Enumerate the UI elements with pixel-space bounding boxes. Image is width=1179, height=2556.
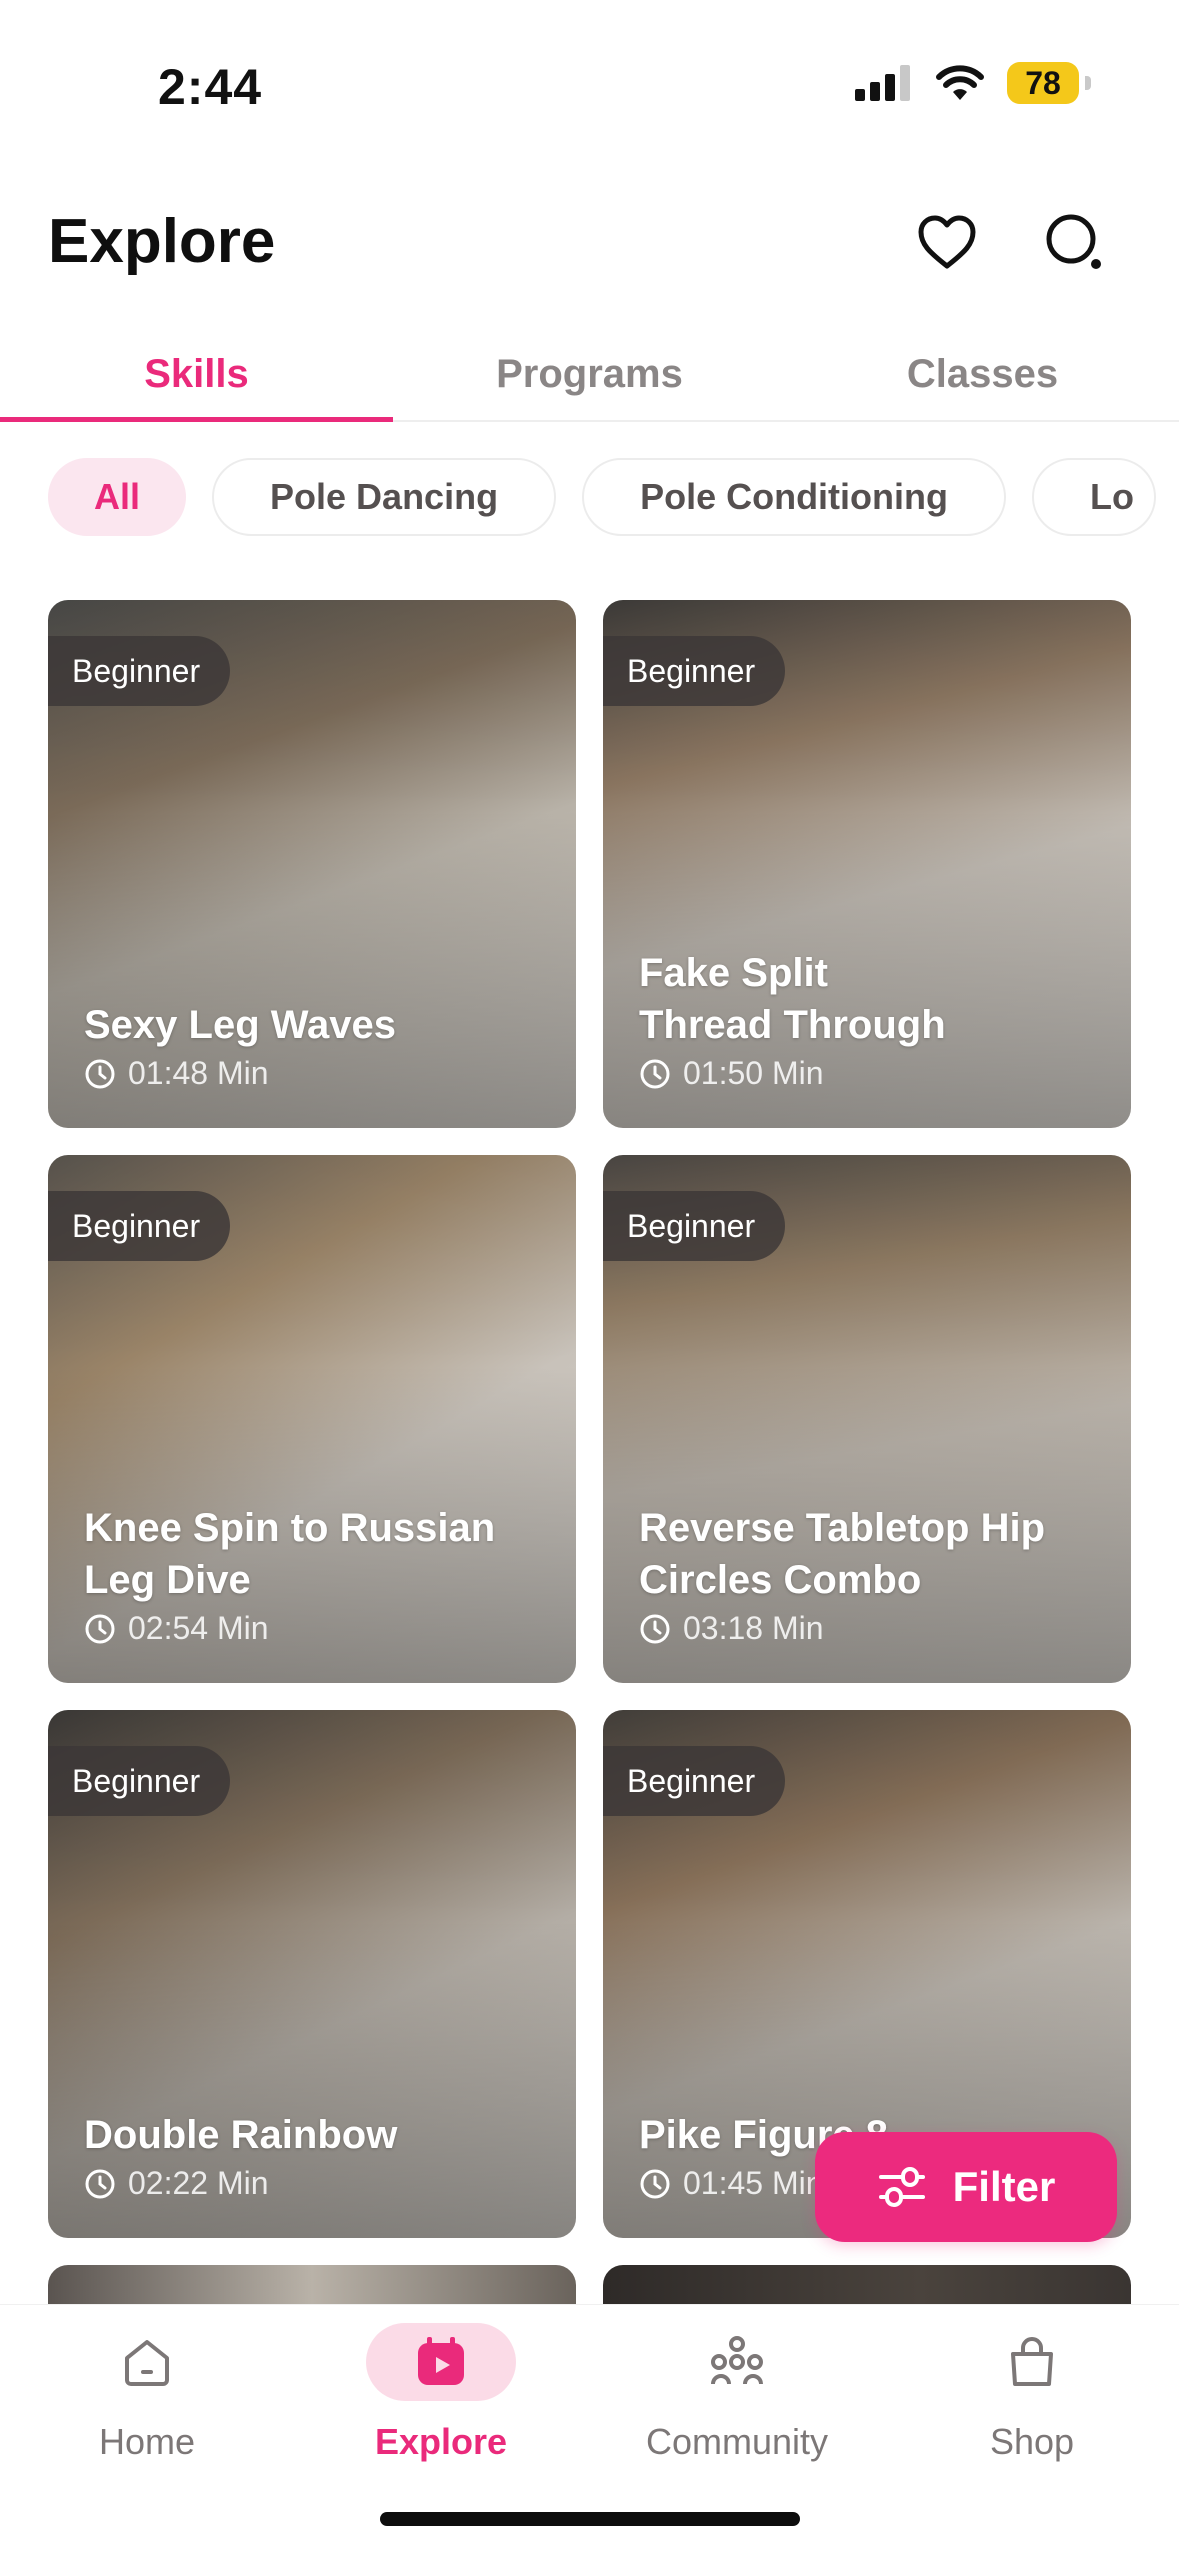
duration-text: 02:54 Min: [128, 1610, 269, 1646]
battery-level: 78: [1025, 64, 1061, 101]
search-button[interactable]: [1042, 210, 1106, 274]
clock-icon: [640, 2169, 670, 2198]
shopping-bag-icon: [1011, 2337, 1053, 2386]
skill-card[interactable]: Beginner Double Rainbow 02:22 Min: [48, 1710, 576, 2238]
duration-text: 01:45 Min: [683, 2165, 824, 2201]
explore-screen: 2:44 78 Explore Skills Programs Classes …: [0, 0, 1179, 2556]
card-duration: 03:18 Min: [639, 1610, 1101, 1647]
card-title: Knee Spin to Russian Leg Dive: [84, 1506, 496, 1602]
tab-classes[interactable]: Classes: [786, 340, 1179, 420]
nav-community[interactable]: Community: [590, 2305, 884, 2485]
category-chips: All Pole Dancing Pole Conditioning Lo: [48, 458, 1156, 536]
card-info: Sexy Leg Waves 01:48 Min: [84, 999, 546, 1092]
page-title: Explore: [48, 207, 276, 276]
card-duration: 01:50 Min: [639, 1055, 1101, 1092]
clock-icon: [85, 2169, 115, 2198]
level-badge: Beginner: [48, 1746, 231, 1816]
duration-text: 02:22 Min: [128, 2165, 269, 2201]
chip-pole-conditioning[interactable]: Pole Conditioning: [582, 458, 1007, 536]
wifi-icon: [936, 65, 984, 100]
clock-icon: [640, 1059, 670, 1088]
skill-card[interactable]: Beginner Reverse Tabletop Hip Circles Co…: [603, 1155, 1131, 1683]
card-title: Double Rainbow: [84, 2113, 398, 2157]
nav-explore-label: Explore: [374, 2421, 508, 2462]
nav-shop-label: Shop: [989, 2421, 1075, 2462]
community-icon: [711, 2336, 763, 2385]
favorites-button[interactable]: [915, 210, 979, 274]
nav-home-label: Home: [98, 2421, 196, 2462]
card-info: Fake Split Thread Through 01:50 Min: [639, 947, 1101, 1092]
level-badge: Beginner: [48, 1191, 231, 1261]
nav-explore[interactable]: Explore: [294, 2305, 588, 2485]
duration-text: 01:50 Min: [683, 1055, 824, 1091]
clock-icon: [640, 1614, 670, 1643]
card-duration: 02:22 Min: [84, 2165, 546, 2202]
skill-card[interactable]: Beginner Fake Split Thread Through 01:50…: [603, 600, 1131, 1128]
nav-home[interactable]: Home: [0, 2305, 294, 2485]
nav-shop[interactable]: Shop: [885, 2305, 1179, 2485]
tab-skills[interactable]: Skills: [0, 340, 393, 422]
card-duration: 02:54 Min: [84, 1610, 546, 1647]
card-title: Reverse Tabletop Hip Circles Combo: [639, 1506, 1046, 1602]
chip-all[interactable]: All: [48, 458, 187, 536]
play-calendar-icon: [418, 2337, 464, 2385]
level-badge: Beginner: [603, 1746, 786, 1816]
card-info: Double Rainbow 02:22 Min: [84, 2109, 546, 2202]
chip-pole-dancing[interactable]: Pole Dancing: [212, 458, 557, 536]
battery-icon: 78: [1007, 62, 1091, 104]
duration-text: 03:18 Min: [683, 1610, 824, 1646]
card-title: Fake Split Thread Through: [639, 951, 946, 1047]
sliders-icon: [878, 2167, 925, 2207]
content-tabs: Skills Programs Classes: [0, 340, 1179, 422]
skills-grid: Beginner Sexy Leg Waves 01:48 Min Beginn…: [48, 600, 1131, 2325]
search-icon: [1046, 214, 1101, 269]
card-duration: 01:48 Min: [84, 1055, 546, 1092]
level-badge: Beginner: [603, 636, 786, 706]
duration-text: 01:48 Min: [128, 1055, 269, 1091]
level-badge: Beginner: [603, 1191, 786, 1261]
heart-icon: [918, 215, 976, 269]
status-icons: 78: [855, 62, 1091, 104]
skill-card[interactable]: Beginner Knee Spin to Russian Leg Dive 0…: [48, 1155, 576, 1683]
home-icon: [125, 2340, 169, 2386]
nav-community-label: Community: [645, 2421, 829, 2462]
clock-icon: [85, 1059, 115, 1088]
skill-card[interactable]: Beginner Sexy Leg Waves 01:48 Min: [48, 600, 576, 1128]
chip-partial[interactable]: Lo: [1032, 458, 1156, 536]
home-indicator[interactable]: [380, 2512, 800, 2526]
card-info: Knee Spin to Russian Leg Dive 02:54 Min: [84, 1502, 546, 1647]
filter-label: Filter: [952, 2163, 1056, 2210]
tab-programs[interactable]: Programs: [393, 340, 786, 420]
filter-button[interactable]: Filter: [815, 2132, 1117, 2242]
level-badge: Beginner: [48, 636, 231, 706]
clock-icon: [85, 1614, 115, 1643]
card-title: Sexy Leg Waves: [84, 1003, 397, 1047]
signal-icon: [855, 65, 910, 101]
status-time: 2:44: [158, 59, 263, 115]
card-info: Reverse Tabletop Hip Circles Combo 03:18…: [639, 1502, 1101, 1647]
